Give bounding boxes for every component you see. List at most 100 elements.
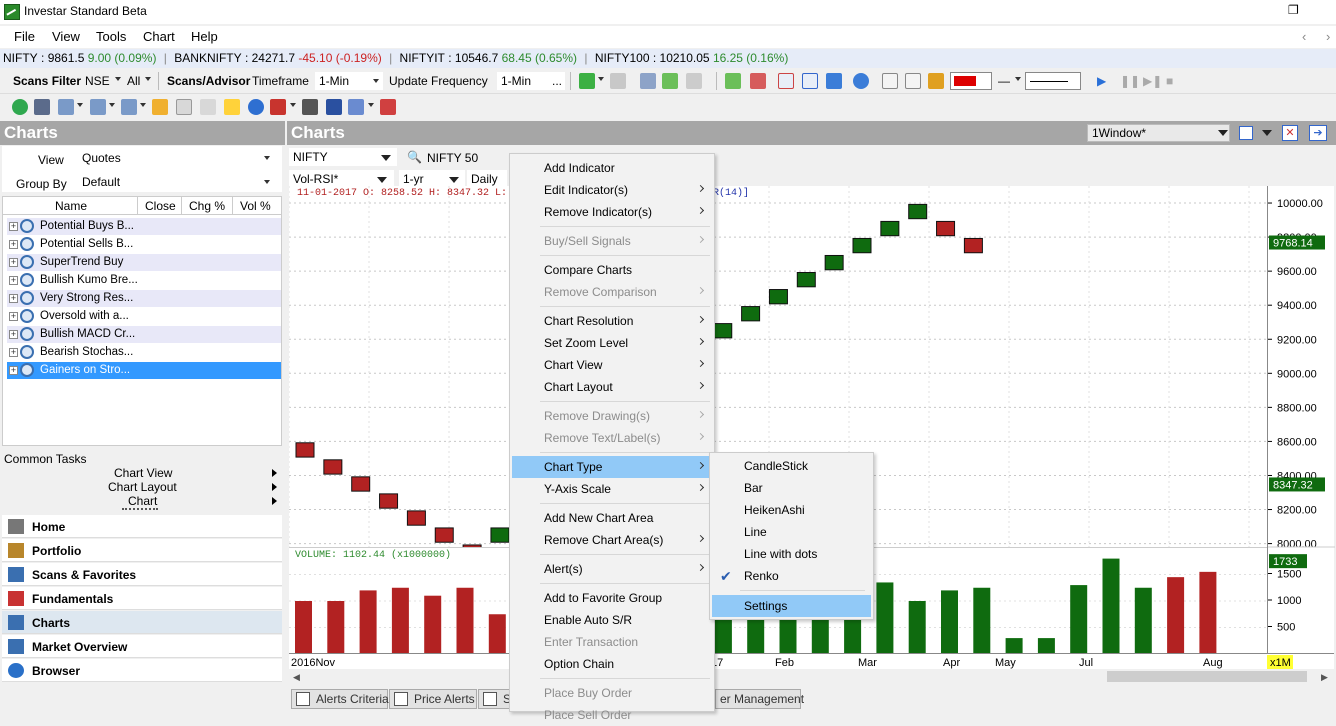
detach-icon[interactable]: ➔ [1309, 125, 1327, 141]
menu-item-edit-indicator-s[interactable]: Edit Indicator(s) [512, 179, 712, 201]
task-chart-layout[interactable]: Chart Layout [108, 480, 177, 494]
color-picker[interactable] [950, 72, 992, 90]
col-name[interactable]: Name [55, 199, 87, 213]
nav-scans-favorites[interactable]: Scans & Favorites [2, 563, 282, 586]
expand-icon[interactable]: + [9, 330, 18, 339]
nav-charts[interactable]: Charts [2, 611, 282, 634]
nav-browser[interactable]: Browser [2, 659, 282, 682]
scan-row[interactable]: + Very Strong Res... [7, 290, 281, 307]
refresh-icon[interactable] [12, 99, 28, 115]
draw-tool-icon[interactable] [778, 73, 794, 89]
scrollbar-thumb[interactable] [1107, 671, 1307, 682]
scan-row[interactable]: + Potential Buys B... [7, 218, 281, 235]
chevron-down-icon[interactable] [368, 103, 374, 107]
chart-type-candlestick[interactable]: CandleStick [712, 455, 871, 477]
back-icon[interactable]: ‹ [1302, 29, 1306, 44]
delete-chart-icon[interactable] [750, 73, 766, 89]
y-axis[interactable]: 8000.00 8200.00 8400.00 8600.00 8800.00 9000.… [1267, 186, 1335, 653]
expand-icon[interactable]: + [9, 222, 18, 231]
expand-icon[interactable]: + [9, 276, 18, 285]
scan-row[interactable]: + Gainers on Stro... [7, 362, 281, 379]
view-select[interactable]: Quotes [78, 149, 276, 167]
chevron-down-icon[interactable] [77, 103, 83, 107]
chart-type-line-with-dots[interactable]: Line with dots [712, 543, 871, 565]
menu-item-chart-type[interactable]: Chart Type [512, 456, 712, 478]
broker-icon[interactable] [380, 99, 396, 115]
splitter-handle[interactable] [122, 508, 158, 510]
chart-type-bar[interactable]: Bar [712, 477, 871, 499]
scan-add-icon[interactable] [662, 73, 678, 89]
ticker-item[interactable]: NIFTY : 9861.5 9.00 (0.09%) [3, 51, 156, 65]
ticker-item[interactable]: NIFTYIT : 10546.7 68.45 (0.65%) [400, 51, 577, 65]
menu-item-add-to-favorite-group[interactable]: Add to Favorite Group [512, 587, 712, 609]
expand-icon[interactable]: + [9, 258, 18, 267]
pause-icon[interactable]: ❚❚ [1120, 74, 1140, 88]
chevron-right-icon[interactable] [272, 497, 277, 505]
save-icon[interactable] [326, 99, 342, 115]
task-chart[interactable]: Chart [128, 494, 157, 508]
expand-icon[interactable]: + [9, 294, 18, 303]
expand-icon[interactable]: + [9, 240, 18, 249]
search-icon[interactable]: 🔍 [407, 150, 422, 164]
chart-type-heikenashi[interactable]: HeikenAshi [712, 499, 871, 521]
window-select[interactable]: 1Window* [1087, 124, 1230, 142]
globe-icon[interactable] [853, 73, 869, 89]
chart-type-renko[interactable]: ✔ Renko [712, 565, 871, 587]
scan-row[interactable]: + Bullish Kumo Bre... [7, 272, 281, 289]
expand-icon[interactable]: + [9, 348, 18, 357]
tab-order-management[interactable]: er Management [715, 689, 804, 709]
chart-type-icon[interactable] [826, 73, 842, 89]
chevron-down-icon[interactable] [115, 77, 121, 81]
help-icon[interactable] [248, 99, 264, 115]
line-width-select[interactable] [1025, 72, 1081, 90]
ticker-item[interactable]: NIFTY100 : 10210.05 16.25 (0.16%) [595, 51, 789, 65]
chevron-down-icon[interactable] [290, 103, 296, 107]
scan-row[interactable]: + SuperTrend Buy [7, 254, 281, 271]
maximize-icon[interactable]: ✕ [1282, 125, 1298, 141]
chevron-down-icon[interactable] [598, 77, 604, 81]
scan-settings-icon[interactable] [640, 73, 656, 89]
tools-icon[interactable] [200, 99, 216, 115]
scan-row[interactable]: + Potential Sells B... [7, 236, 281, 253]
scroll-right-icon[interactable]: ▶ [1321, 672, 1328, 683]
menu-item-chart-view[interactable]: Chart View [512, 354, 712, 376]
menu-item-remove-chart-area-s[interactable]: Remove Chart Area(s) [512, 529, 712, 551]
chart-type-settings[interactable]: Settings [712, 595, 871, 617]
scan-remove-icon[interactable] [686, 73, 702, 89]
nav-portfolio[interactable]: Portfolio [2, 539, 282, 562]
menu-item-add-new-chart-area[interactable]: Add New Chart Area [512, 507, 712, 529]
layout-icon[interactable] [1239, 126, 1253, 140]
nav-home[interactable]: Home [2, 515, 282, 538]
chart-window-icon[interactable] [58, 99, 74, 115]
line-style-select[interactable]: — [998, 74, 1010, 88]
groupby-select[interactable]: Default [78, 173, 276, 191]
scan-row[interactable]: + Oversold with a... [7, 308, 281, 325]
scan-row[interactable]: + Bearish Stochas... [7, 344, 281, 361]
trendline-icon[interactable] [802, 73, 818, 89]
stop-icon[interactable]: ■ [1166, 74, 1173, 88]
menu-item-option-chain[interactable]: Option Chain [512, 653, 712, 675]
horizontal-scrollbar[interactable]: ◀ ▶ [289, 669, 1334, 684]
step-icon[interactable]: ▶❚ [1143, 74, 1162, 88]
menu-item-add-indicator[interactable]: Add Indicator [512, 157, 712, 179]
symbol-select[interactable]: NIFTY [289, 148, 397, 166]
tab-price-alerts[interactable]: Price Alerts [389, 689, 477, 709]
tab-other[interactable]: S [478, 689, 511, 709]
scroll-left-icon[interactable]: ◀ [293, 672, 300, 683]
timeframe-select[interactable]: 1-Min [315, 72, 383, 90]
layout-icon[interactable] [90, 99, 106, 115]
nav-fundamentals[interactable]: Fundamentals [2, 587, 282, 610]
template-icon[interactable] [882, 73, 898, 89]
more-options[interactable]: ... [552, 74, 562, 88]
col-vol[interactable]: Vol % [240, 199, 271, 213]
menu-file[interactable]: File [14, 29, 35, 44]
segment-dropdown[interactable]: All [127, 74, 140, 88]
chevron-down-icon[interactable] [109, 103, 115, 107]
col-chg[interactable]: Chg % [189, 199, 225, 213]
chevron-down-icon[interactable] [1262, 130, 1272, 136]
add-scan-icon[interactable] [579, 73, 595, 89]
print-icon[interactable] [302, 99, 318, 115]
scan-icon[interactable] [34, 99, 50, 115]
menu-item-chart-layout[interactable]: Chart Layout [512, 376, 712, 398]
portfolio-icon[interactable] [152, 99, 168, 115]
